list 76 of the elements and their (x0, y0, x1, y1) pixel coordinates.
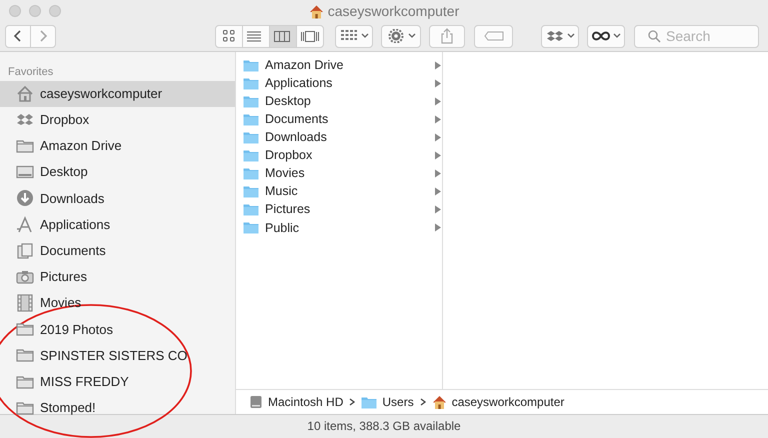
sidebar-item[interactable]: Dropbox (0, 106, 235, 133)
path-item[interactable]: Macintosh HD (249, 393, 344, 411)
chevron-icon (348, 397, 356, 407)
folder-icon (243, 185, 259, 198)
gallery-view-button[interactable] (296, 24, 324, 48)
infinity-icon (592, 29, 610, 43)
sidebar-item[interactable]: 2019 Photos (0, 316, 235, 342)
dropbox-icon (546, 29, 564, 43)
tag-button[interactable] (474, 24, 513, 48)
folder-icon (361, 396, 378, 408)
caret-icon (408, 33, 416, 39)
folder-icon (243, 58, 259, 72)
folder-icon (243, 130, 259, 144)
icon-view-button[interactable] (215, 24, 243, 48)
folder-row[interactable]: Movies (236, 164, 442, 183)
share-button[interactable] (429, 24, 465, 48)
folder-icon (243, 167, 259, 180)
window-title: caseysworkcomputer (328, 2, 460, 21)
arrange-button[interactable] (335, 24, 373, 48)
folder-row[interactable]: Dropbox (236, 146, 442, 165)
folder-row[interactable]: Downloads (236, 128, 442, 146)
folder-row[interactable]: Pictures (236, 200, 442, 219)
search-field[interactable]: Search (634, 24, 759, 48)
chevron-left-icon (13, 29, 23, 43)
grid-icon (223, 30, 235, 42)
share-icon (440, 28, 454, 44)
settings-button[interactable] (381, 24, 421, 48)
chevron-right-icon (38, 29, 48, 43)
folder-icon (243, 76, 259, 90)
columns-icon (274, 30, 292, 42)
path-item[interactable]: Users (361, 393, 414, 411)
dropbox-button[interactable] (541, 24, 579, 48)
folder-row[interactable]: Documents (236, 110, 442, 128)
sidebar-item[interactable]: Movies (0, 290, 235, 316)
sidebar-item[interactable]: caseysworkcomputer (0, 80, 235, 107)
folder-row[interactable]: Amazon Drive (236, 56, 442, 74)
search-icon (648, 30, 661, 42)
folder-row[interactable]: Desktop (236, 92, 442, 110)
infinity-button[interactable] (587, 24, 625, 48)
documents-icon (16, 242, 34, 260)
back-button[interactable] (5, 24, 31, 48)
tag-icon (484, 31, 504, 41)
caret-icon (566, 33, 574, 39)
sidebar-item[interactable]: Desktop (0, 159, 235, 186)
folder-row[interactable]: Music (236, 182, 442, 201)
sidebar-item[interactable]: Downloads (0, 185, 235, 212)
sidebar-heading: Favorites (7, 66, 54, 78)
path-item[interactable]: caseysworkcomputer (432, 393, 564, 411)
sidebar-item[interactable]: Amazon Drive (0, 132, 235, 160)
folder-row[interactable]: Applications (236, 74, 442, 92)
folder-icon (243, 203, 259, 216)
folder-icon (243, 149, 259, 162)
column-view-button[interactable] (269, 24, 297, 48)
sidebar-item[interactable]: SPINSTER SISTERS CO (0, 342, 235, 369)
sidebar-item[interactable]: Applications (0, 211, 235, 238)
home-icon (432, 395, 447, 409)
film-icon (16, 294, 34, 312)
caret-icon (360, 33, 368, 39)
chevron-icon (418, 397, 427, 407)
grid-icon (340, 29, 358, 43)
folder-row[interactable]: Public (236, 218, 442, 237)
sidebar-item[interactable]: Documents (0, 238, 235, 264)
sidebar-item[interactable]: MISS FREDDY (0, 368, 235, 395)
folder-icon (243, 94, 259, 108)
folder-icon (243, 112, 259, 126)
folder-icon (243, 221, 259, 234)
download-icon (16, 189, 34, 208)
gallery-icon (301, 30, 319, 42)
list-view-button[interactable] (242, 24, 270, 48)
status-text: 10 items, 388.3 GB available (0, 414, 768, 438)
sidebar-item[interactable]: Pictures (0, 264, 235, 290)
applications-icon (16, 216, 34, 234)
caret-icon (612, 33, 620, 39)
gear-icon (386, 29, 404, 43)
home-icon (308, 4, 324, 19)
home-icon (16, 84, 34, 103)
